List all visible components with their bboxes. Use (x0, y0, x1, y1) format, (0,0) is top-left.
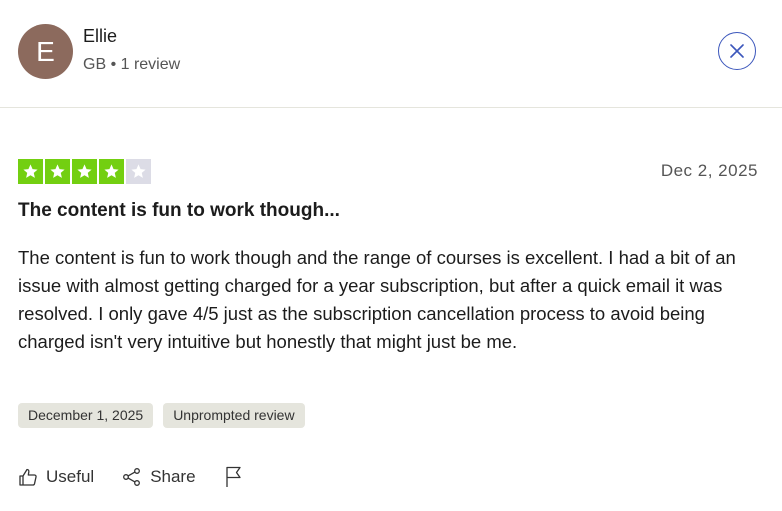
close-button[interactable] (718, 32, 756, 70)
report-button[interactable] (224, 466, 244, 488)
review-title: The content is fun to work though... (18, 200, 340, 221)
star-icon (18, 159, 43, 184)
useful-label: Useful (46, 467, 95, 486)
reviewer-header: E Ellie GB • 1 review (0, 0, 782, 108)
review-date: Dec 2, 2025 (660, 161, 758, 180)
review-body: The content is fun to work though and th… (18, 247, 736, 352)
share-button[interactable]: Share (122, 467, 196, 487)
thumbs-up-icon (19, 468, 37, 486)
close-icon (730, 44, 744, 58)
tag-experience-date: December 1, 2025 (18, 403, 154, 428)
avatar: E (18, 24, 73, 79)
star-icon (126, 159, 151, 184)
star-icon (99, 159, 124, 184)
flag-icon (225, 466, 241, 487)
useful-button[interactable]: Useful (18, 467, 94, 487)
star-rating (18, 159, 151, 184)
review-tags: December 1, 2025 Unprompted review (18, 403, 305, 428)
review-actions: Useful Share (18, 466, 272, 488)
tag-review-type: Unprompted review (163, 403, 305, 428)
star-icon (45, 159, 70, 184)
share-icon (123, 468, 141, 486)
reviewer-name[interactable]: Ellie (83, 26, 117, 47)
star-icon (72, 159, 97, 184)
reviewer-meta: GB • 1 review (83, 56, 181, 73)
share-label: Share (150, 467, 196, 486)
